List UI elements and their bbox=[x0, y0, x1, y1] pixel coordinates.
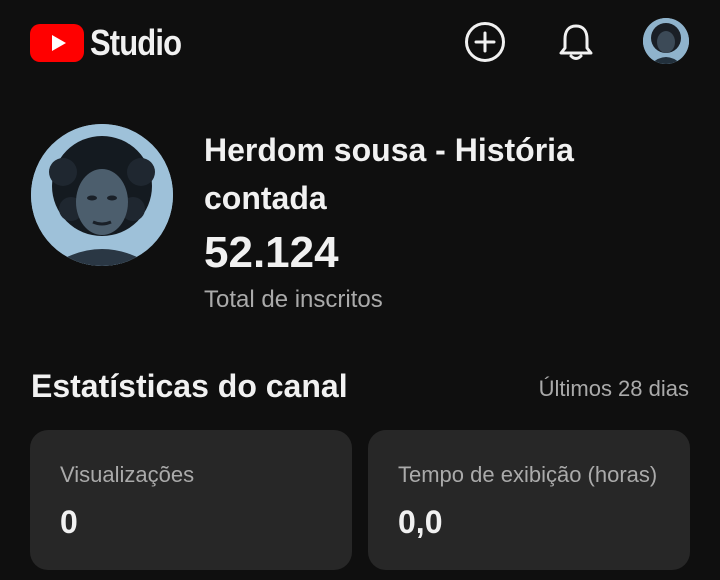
channel-avatar-image bbox=[31, 124, 173, 266]
channel-stats-title: Estatísticas do canal bbox=[31, 368, 348, 404]
create-button[interactable] bbox=[463, 20, 507, 64]
avatar-image bbox=[643, 18, 689, 64]
watch-time-label: Tempo de exibição (horas) bbox=[398, 462, 658, 487]
add-circle-icon bbox=[465, 22, 505, 62]
views-card[interactable]: Visualizações 0 bbox=[30, 430, 352, 570]
channel-avatar[interactable] bbox=[31, 124, 173, 266]
bell-icon bbox=[559, 24, 593, 60]
channel-name: Herdom sousa - História contada bbox=[204, 132, 574, 216]
youtube-studio-logo[interactable]: Studio bbox=[30, 22, 196, 64]
watch-time-card[interactable]: Tempo de exibição (horas) 0,0 bbox=[368, 430, 690, 570]
top-app-bar: Studio bbox=[0, 0, 720, 84]
subscriber-label: Total de inscritos bbox=[204, 286, 383, 313]
app-name: Studio bbox=[90, 22, 182, 63]
stats-period: Últimos 28 dias bbox=[538, 376, 689, 401]
subscriber-count: 52.124 bbox=[204, 228, 339, 277]
views-value: 0 bbox=[60, 504, 78, 540]
watch-time-value: 0,0 bbox=[398, 504, 443, 540]
account-avatar[interactable] bbox=[643, 18, 689, 64]
views-label: Visualizações bbox=[60, 462, 195, 487]
youtube-play-icon bbox=[30, 24, 84, 62]
notifications-button[interactable] bbox=[554, 20, 598, 64]
